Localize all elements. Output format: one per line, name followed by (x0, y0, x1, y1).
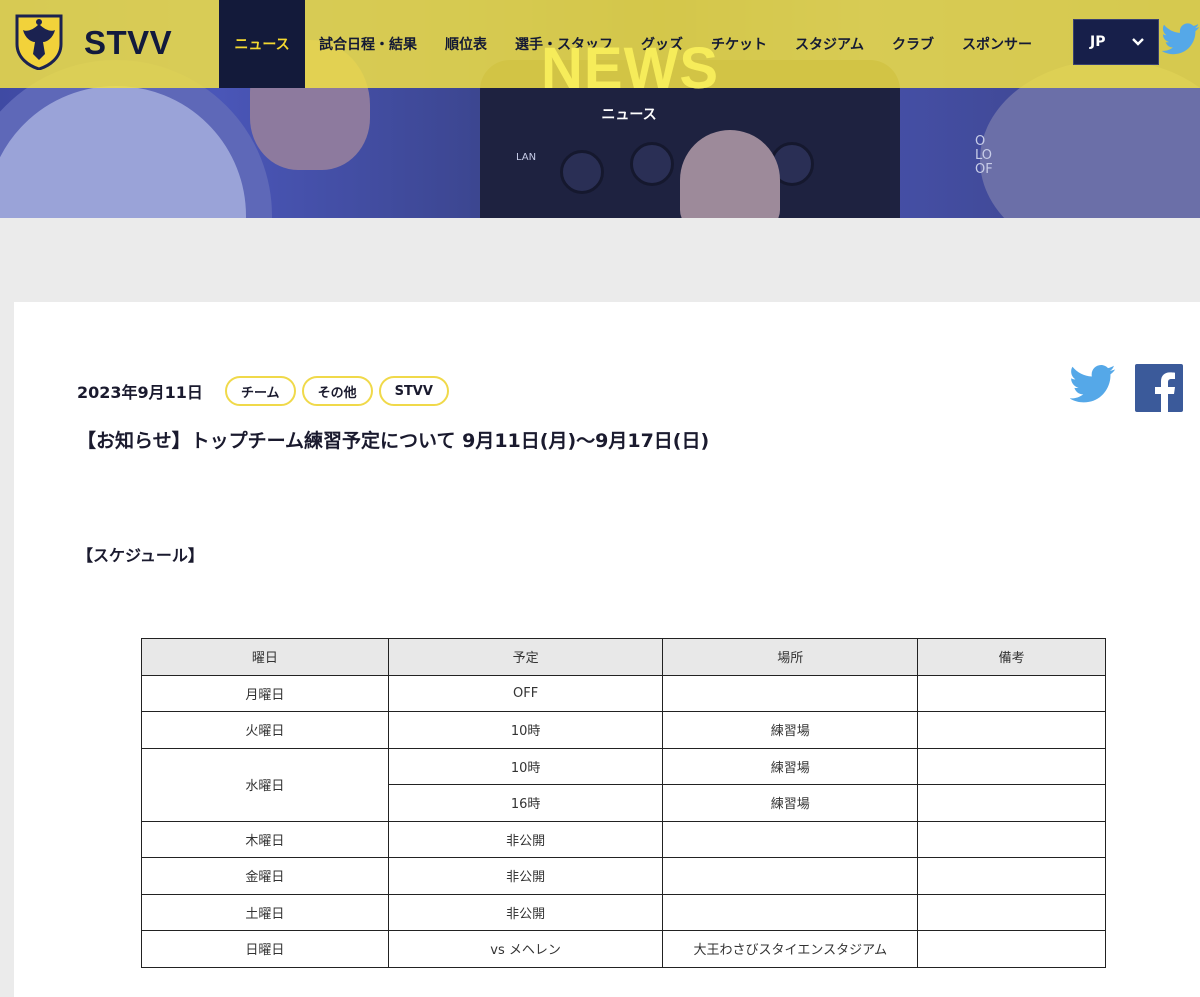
cell-plan: 非公開 (387, 820, 664, 858)
section-title: 【スケジュール】 (77, 546, 204, 565)
cell-place (662, 674, 919, 712)
cell-place: 大王わさびスタイエンスタジアム (662, 930, 919, 968)
facebook-icon (1155, 372, 1175, 412)
tag-other[interactable]: その他 (301, 376, 373, 406)
cell-notes (917, 711, 1106, 749)
cell-notes (917, 893, 1106, 931)
share-twitter-icon[interactable] (1070, 364, 1116, 404)
table-row: 金曜日 非公開 (141, 857, 1106, 895)
cell-plan: 16時 (387, 784, 664, 822)
article-card: 2023年9月11日 チーム その他 STVV 【お知らせ】トップチーム練習予定… (14, 302, 1200, 997)
page-title: NEWS (541, 36, 719, 101)
cell-place (662, 820, 919, 858)
cell-place (662, 893, 919, 931)
table-row: 土曜日 非公開 (141, 893, 1106, 931)
hero-camera-button (560, 150, 604, 194)
table-row: 月曜日 OFF (141, 674, 1106, 712)
article-title: 【お知らせ】トップチーム練習予定について 9月11日(月)〜9月17日(日) (77, 430, 710, 452)
tag-team[interactable]: チーム (224, 376, 296, 406)
column-header-place: 場所 (662, 638, 919, 676)
cell-notes (917, 820, 1106, 858)
cell-place (662, 857, 919, 895)
cell-place: 練習場 (662, 747, 919, 785)
cell-place: 練習場 (662, 711, 919, 749)
cell-notes (917, 674, 1106, 712)
column-header-notes: 備考 (917, 638, 1106, 676)
cell-day: 水曜日 (141, 747, 389, 822)
share-facebook-button[interactable] (1135, 364, 1183, 412)
article-date: 2023年9月11日 (77, 383, 203, 402)
cell-day: 日曜日 (141, 930, 389, 968)
cell-plan: 非公開 (387, 857, 664, 895)
cell-day: 火曜日 (141, 711, 389, 749)
cell-notes (917, 930, 1106, 968)
site-header: STVV ニュース 試合日程・結果 順位表 選手・スタッフ グッズ チケット ス… (0, 0, 1200, 123)
article-meta: 2023年9月11日 チーム その他 STVV (77, 376, 455, 406)
column-header-day: 曜日 (141, 638, 389, 676)
hero-lan-label: LAN (516, 152, 537, 163)
cell-notes (917, 747, 1106, 785)
cell-plan: OFF (387, 674, 664, 712)
cell-place: 練習場 (662, 784, 919, 822)
cell-plan: vs メヘレン (387, 930, 664, 968)
cell-notes (917, 857, 1106, 895)
tag-stvv[interactable]: STVV (378, 376, 449, 406)
cell-plan: 非公開 (387, 893, 664, 931)
cell-plan: 10時 (387, 711, 664, 749)
column-header-plan: 予定 (387, 638, 664, 676)
table-row: 日曜日 vs メヘレン 大王わさびスタイエンスタジアム (141, 930, 1106, 968)
table-row: 水曜日 10時 練習場 (141, 747, 1106, 822)
cell-day: 木曜日 (141, 820, 389, 858)
hero-camera-button (630, 142, 674, 186)
hero-off-label: O LO OF (975, 134, 993, 177)
cell-day: 月曜日 (141, 674, 389, 712)
schedule-table: 曜日 予定 場所 備考 月曜日 OFF 火曜日 10時 練習場 水曜日 10時 (141, 638, 1106, 968)
cell-notes (917, 784, 1106, 822)
cell-day: 金曜日 (141, 857, 389, 895)
cell-day: 土曜日 (141, 893, 389, 931)
table-row: 木曜日 非公開 (141, 820, 1106, 858)
table-row: 火曜日 10時 練習場 (141, 711, 1106, 749)
cell-plan: 10時 (387, 747, 664, 785)
page-subtitle: ニュース (601, 107, 657, 123)
table-header-row: 曜日 予定 場所 備考 (141, 638, 1106, 676)
